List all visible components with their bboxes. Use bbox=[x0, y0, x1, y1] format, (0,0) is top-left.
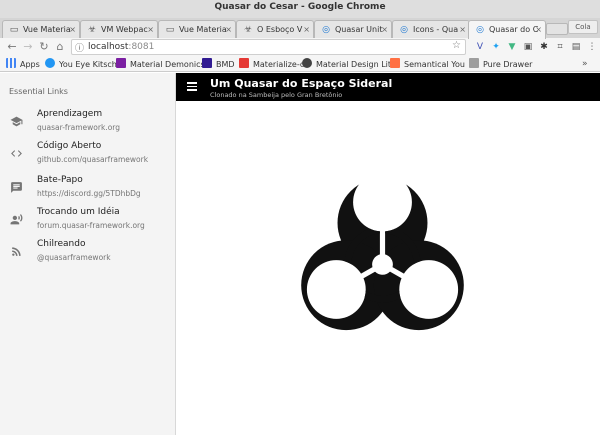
tab-label: Vue Materia bbox=[23, 25, 71, 34]
address-bar[interactable]: ⓘ localhost:8081 ☆ bbox=[71, 39, 466, 55]
close-icon[interactable]: × bbox=[225, 25, 232, 34]
browser-tab[interactable]: ◎ Quasar Unit × bbox=[314, 20, 392, 38]
bookmark-favicon bbox=[202, 58, 212, 68]
browser-tab[interactable]: ▭ Vue Materia × bbox=[158, 20, 236, 38]
quasar-icon: ◎ bbox=[476, 25, 484, 35]
sidebar-item-aprendizagem[interactable]: Aprendizagem quasar-framework.org bbox=[0, 109, 176, 139]
sidebar-item-sublabel: https://discord.gg/5TDhbDg bbox=[37, 189, 141, 198]
sidebar-item-label: Bate-Papo bbox=[37, 175, 83, 185]
tab-label: Vue Materia bbox=[179, 25, 227, 34]
school-icon bbox=[10, 116, 23, 127]
bookmark-apps[interactable]: Apps bbox=[6, 58, 40, 71]
close-icon[interactable]: × bbox=[459, 25, 466, 34]
gear-icon[interactable]: ✱ bbox=[538, 41, 550, 53]
tab-label: O Esboço V bbox=[257, 25, 303, 34]
sidebar-item-trocando-ideia[interactable]: Trocando um Idéia forum.quasar-framework… bbox=[0, 207, 176, 237]
window-title: Quasar do Cesar - Google Chrome bbox=[214, 2, 386, 12]
record-voice-icon bbox=[10, 214, 23, 225]
bookmark-favicon bbox=[116, 58, 126, 68]
sidebar-item-codigo-aberto[interactable]: Código Aberto github.com/quasarframework bbox=[0, 141, 176, 171]
quasar-icon: ◎ bbox=[322, 25, 330, 35]
browser-tab[interactable]: ◎ Icons - Qua × bbox=[392, 20, 470, 38]
sidebar-item-sublabel: github.com/quasarframework bbox=[37, 155, 149, 164]
bookmark-favicon bbox=[390, 58, 400, 68]
browser-tab-active[interactable]: ◎ Quasar do C × bbox=[468, 20, 546, 39]
close-icon[interactable]: × bbox=[303, 25, 310, 34]
browser-tab[interactable]: ▭ Vue Materia × bbox=[2, 20, 80, 38]
app-header: Um Quasar do Espaço Sideral Clonado na S… bbox=[176, 73, 600, 101]
sidebar-header: Essential Links bbox=[9, 87, 68, 96]
main-content bbox=[177, 101, 600, 435]
info-icon[interactable]: ⓘ bbox=[75, 41, 84, 54]
new-tab-button[interactable] bbox=[546, 23, 568, 35]
puzzle-icon[interactable]: ▣ bbox=[522, 41, 534, 53]
close-icon[interactable]: × bbox=[535, 25, 542, 34]
biohazard-icon: ☣ bbox=[243, 25, 253, 35]
tab-label: VM Webpac bbox=[101, 25, 148, 34]
bookmarks-overflow-button[interactable]: » bbox=[582, 58, 588, 70]
bookmark-item[interactable]: Materialize-o bbox=[239, 58, 305, 71]
sidebar-item-label: Chilreando bbox=[37, 239, 86, 249]
address-toolbar: ← → ↻ ⌂ ⓘ localhost:8081 ☆ V ✦ ▼ ▣ ✱ ⌗ ▤… bbox=[0, 38, 600, 56]
sidebar-item-chilreando[interactable]: Chilreando @quasarframework bbox=[0, 239, 176, 269]
twitter-icon[interactable]: ✦ bbox=[490, 41, 502, 53]
back-arrow-icon[interactable]: ← bbox=[5, 40, 19, 54]
bookmark-favicon bbox=[239, 58, 249, 68]
screen-capture-icon[interactable]: ⌗ bbox=[554, 41, 566, 53]
page-subtitle: Clonado na Sambeija pelo Gran Bretônio bbox=[210, 91, 343, 99]
more-vert-icon[interactable]: ⋮ bbox=[586, 41, 598, 53]
sidebar-item-label: Código Aberto bbox=[37, 141, 102, 151]
pocket-icon[interactable]: ▤ bbox=[570, 41, 582, 53]
window-title-bar: Quasar do Cesar - Google Chrome bbox=[0, 0, 600, 18]
bookmark-item[interactable]: Material Design Lit bbox=[302, 58, 391, 71]
bookmark-item[interactable]: Material Demonics bbox=[116, 58, 205, 71]
sidebar-item-bate-papo[interactable]: Bate-Papo https://discord.gg/5TDhbDg bbox=[0, 175, 176, 205]
sidebar: Essential Links Aprendizagem quasar-fram… bbox=[0, 73, 176, 435]
menu-icon[interactable] bbox=[187, 82, 197, 91]
apps-grid-icon bbox=[6, 58, 16, 68]
sidebar-item-label: Trocando um Idéia bbox=[37, 207, 120, 217]
page-icon: ▭ bbox=[165, 25, 175, 35]
close-icon[interactable]: × bbox=[381, 25, 388, 34]
close-icon[interactable]: × bbox=[147, 25, 154, 34]
quasar-icon: ◎ bbox=[400, 25, 408, 35]
home-icon[interactable]: ⌂ bbox=[53, 40, 67, 54]
sidebar-item-label: Aprendizagem bbox=[37, 109, 103, 119]
sidebar-item-sublabel: @quasarframework bbox=[37, 253, 111, 262]
page-title: Um Quasar do Espaço Sideral bbox=[210, 77, 393, 90]
browser-tab[interactable]: ☣ O Esboço V × bbox=[236, 20, 314, 38]
bookmark-favicon bbox=[45, 58, 55, 68]
forward-arrow-icon[interactable]: → bbox=[21, 40, 35, 54]
reload-icon[interactable]: ↻ bbox=[37, 40, 51, 54]
page-icon: ▭ bbox=[9, 25, 19, 35]
chat-icon bbox=[11, 182, 22, 193]
bookmark-favicon bbox=[469, 58, 479, 68]
bookmark-item[interactable]: BMD bbox=[202, 58, 235, 71]
url-text: localhost:8081 bbox=[88, 42, 155, 52]
extension-v-icon[interactable]: V bbox=[474, 41, 486, 53]
bookmark-item[interactable]: You Eye Kitsch bbox=[45, 58, 117, 71]
bookmarks-bar: Apps You Eye Kitsch Material Demonics BM… bbox=[0, 56, 600, 72]
bookmark-item[interactable]: Pure Drawer bbox=[469, 58, 532, 71]
tab-strip: ▭ Vue Materia × ☣ VM Webpac × ▭ Vue Mate… bbox=[0, 18, 600, 39]
tab-label: Quasar do C bbox=[489, 25, 539, 34]
sidebar-item-sublabel: quasar-framework.org bbox=[37, 123, 120, 132]
bookmark-item[interactable]: Semantical You bbox=[390, 58, 465, 71]
profile-button[interactable]: Cola bbox=[568, 20, 598, 34]
close-icon[interactable]: × bbox=[69, 25, 76, 34]
vue-devtools-icon[interactable]: ▼ bbox=[506, 41, 518, 53]
bookmark-favicon bbox=[302, 58, 312, 68]
biohazard-icon: ☣ bbox=[87, 25, 97, 35]
rss-feed-icon bbox=[12, 247, 21, 256]
sidebar-item-sublabel: forum.quasar-framework.org bbox=[37, 221, 145, 230]
tab-label: Icons - Qua bbox=[413, 25, 459, 34]
tab-label: Quasar Unit bbox=[335, 25, 383, 34]
biohazard-icon bbox=[301, 177, 464, 331]
code-icon bbox=[11, 150, 22, 157]
bookmark-star-icon[interactable]: ☆ bbox=[452, 40, 461, 51]
browser-tab[interactable]: ☣ VM Webpac × bbox=[80, 20, 158, 38]
